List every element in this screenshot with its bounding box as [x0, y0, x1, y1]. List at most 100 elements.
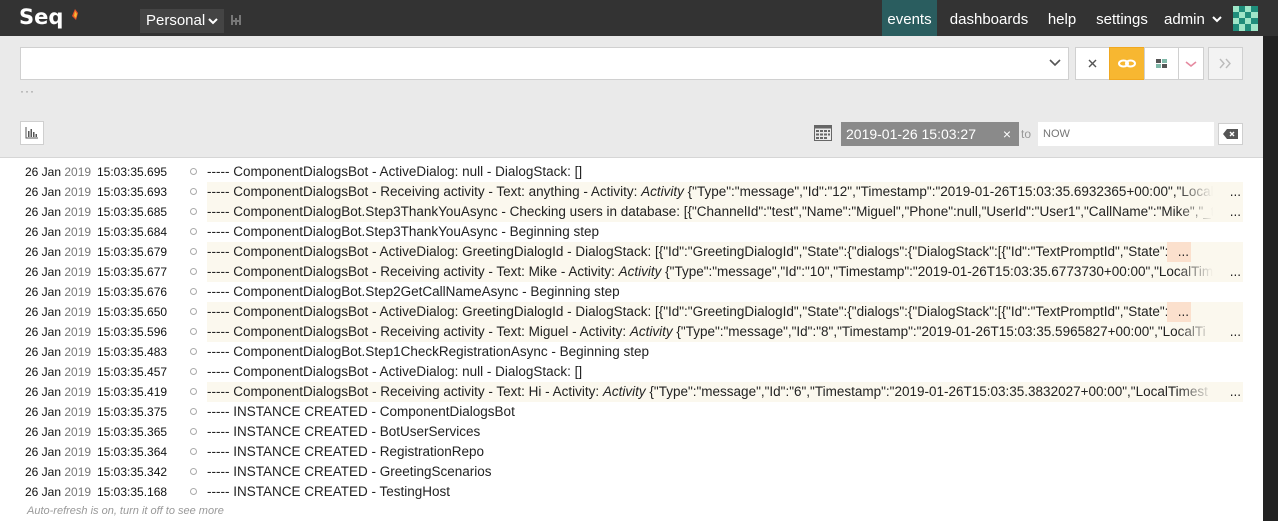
auto-refresh-note[interactable]: Auto-refresh is on, turn it off to see m…: [27, 505, 224, 517]
level-indicator-icon[interactable]: [190, 248, 197, 255]
nav-events[interactable]: events: [882, 0, 937, 36]
event-row[interactable]: 26 Jan 2019 15:03:35.695 ----- ComponentDi…: [0, 162, 1263, 182]
event-row[interactable]: 26 Jan 2019 15:03:35.596 ----- ComponentDi…: [0, 322, 1263, 342]
event-message-text: ----- INSTANCE CREATED - BotUserServices: [207, 424, 481, 439]
event-day: 26 Jan: [25, 305, 62, 319]
level-indicator-icon[interactable]: [190, 188, 197, 195]
event-message-text: ----- ComponentDialogBot.Step2GetCallNam…: [207, 284, 620, 299]
event-day: 26 Jan: [25, 165, 62, 179]
date-from-field[interactable]: 2019-01-26 15:03:27 ×: [841, 122, 1019, 146]
event-time: 15:03:35.596: [97, 325, 168, 339]
event-row[interactable]: 26 Jan 2019 15:03:35.693 ----- ComponentDi…: [0, 182, 1263, 202]
signal-dropdown-button[interactable]: [1178, 47, 1204, 80]
histogram-button[interactable]: [20, 121, 44, 145]
event-row[interactable]: 26 Jan 2019 15:03:35.457 ----- ComponentDi…: [0, 362, 1263, 382]
level-indicator-icon[interactable]: [190, 228, 197, 235]
event-time: 15:03:35.365: [97, 425, 168, 439]
link-toggle-button[interactable]: [1109, 47, 1145, 80]
event-day: 26 Jan: [25, 265, 62, 279]
event-row[interactable]: 26 Jan 2019 15:03:35.676 ----- ComponentDi…: [0, 282, 1263, 302]
event-message: ----- ComponentDialogBot.Step2GetCallNam…: [207, 282, 1243, 302]
event-year: 2019: [64, 385, 92, 399]
event-date: 26 Jan 2019: [25, 402, 91, 422]
event-message-text: ----- ComponentDialogsBot - Receiving ac…: [207, 384, 603, 399]
workspace-selector[interactable]: Personal: [140, 9, 224, 33]
event-day: 26 Jan: [25, 245, 62, 259]
close-icon[interactable]: ×: [1003, 122, 1011, 146]
event-date: 26 Jan 2019: [25, 342, 91, 362]
level-indicator-icon[interactable]: [190, 428, 197, 435]
event-time: 15:03:35.419: [97, 385, 168, 399]
event-date: 26 Jan 2019: [25, 362, 91, 382]
event-row[interactable]: 26 Jan 2019 15:03:35.650 ----- ComponentDi…: [0, 302, 1263, 322]
scrollbar[interactable]: [1263, 36, 1278, 521]
level-indicator-icon[interactable]: [190, 348, 197, 355]
event-day: 26 Jan: [25, 485, 62, 499]
event-message: ----- ComponentDialogsBot - Receiving ac…: [207, 382, 1243, 402]
level-indicator-icon[interactable]: [190, 488, 197, 495]
chevron-down-icon: [208, 18, 218, 25]
level-indicator-icon[interactable]: [190, 208, 197, 215]
event-row[interactable]: 26 Jan 2019 15:03:35.677 ----- ComponentDi…: [0, 262, 1263, 282]
level-indicator-icon[interactable]: [190, 468, 197, 475]
event-year: 2019: [64, 445, 92, 459]
nav-settings[interactable]: settings: [1090, 0, 1154, 36]
event-row[interactable]: 26 Jan 2019 15:03:35.342 ----- INSTANCE CR…: [0, 462, 1263, 482]
avatar[interactable]: [1233, 6, 1258, 31]
level-indicator-icon[interactable]: [190, 368, 197, 375]
nav-dashboards[interactable]: dashboards: [944, 0, 1034, 36]
level-indicator-icon[interactable]: [190, 448, 197, 455]
event-message: ----- ComponentDialogsBot - ActiveDialog…: [207, 242, 1243, 262]
event-day: 26 Jan: [25, 205, 62, 219]
event-day: 26 Jan: [25, 405, 62, 419]
event-message-text: ----- ComponentDialogBot.Step3ThankYouAs…: [207, 224, 599, 239]
level-indicator-icon[interactable]: [190, 388, 197, 395]
level-indicator-icon[interactable]: [190, 288, 197, 295]
more-filters[interactable]: ···: [20, 84, 35, 98]
event-row[interactable]: 26 Jan 2019 15:03:35.685 ----- ComponentDi…: [0, 202, 1263, 222]
event-year: 2019: [64, 405, 92, 419]
event-year: 2019: [64, 185, 92, 199]
event-row[interactable]: 26 Jan 2019 15:03:35.375 ----- INSTANCE CR…: [0, 402, 1263, 422]
calendar-icon[interactable]: [814, 125, 832, 141]
event-row[interactable]: 26 Jan 2019 15:03:35.483 ----- ComponentDi…: [0, 342, 1263, 362]
level-indicator-icon[interactable]: [190, 308, 197, 315]
workspace-label: Personal: [146, 12, 206, 29]
event-message-rest: {"Type":"message","Id":"10","Timestamp":…: [661, 264, 1214, 279]
event-year: 2019: [64, 345, 92, 359]
chevron-down-icon[interactable]: [1211, 13, 1223, 25]
event-row[interactable]: 26 Jan 2019 15:03:35.684 ----- ComponentDi…: [0, 222, 1263, 242]
level-indicator-icon[interactable]: [190, 268, 197, 275]
event-day: 26 Jan: [25, 285, 62, 299]
event-message: ----- ComponentDialogBot.Step3ThankYouAs…: [207, 222, 1243, 242]
event-date: 26 Jan 2019: [25, 442, 91, 462]
chevron-down-icon[interactable]: [1048, 58, 1062, 68]
event-time: 15:03:35.457: [97, 365, 168, 379]
nav-admin[interactable]: admin: [1164, 0, 1210, 36]
event-message-text: ----- ComponentDialogsBot - ActiveDialog…: [207, 244, 1169, 259]
level-indicator-icon[interactable]: [190, 328, 197, 335]
app-logo[interactable]: Seq: [19, 5, 63, 29]
signal-icon[interactable]: [230, 14, 242, 26]
clear-search-button[interactable]: [1075, 47, 1110, 80]
expand-panel-button[interactable]: [1208, 47, 1243, 80]
date-to-field[interactable]: [1038, 122, 1214, 146]
event-row[interactable]: 26 Jan 2019 15:03:35.419 ----- ComponentDi…: [0, 382, 1263, 402]
level-indicator-icon[interactable]: [190, 168, 197, 175]
search-input[interactable]: [20, 47, 1069, 80]
event-message-text: ----- ComponentDialogBot.Step1CheckRegis…: [207, 344, 649, 359]
clear-range-button[interactable]: [1218, 123, 1243, 145]
event-row[interactable]: 26 Jan 2019 15:03:35.364 ----- INSTANCE CR…: [0, 442, 1263, 462]
event-date: 26 Jan 2019: [25, 282, 91, 302]
nav-help[interactable]: help: [1041, 0, 1083, 36]
event-message: ----- ComponentDialogBot.Step3ThankYouAs…: [207, 202, 1243, 222]
level-indicator-icon[interactable]: [190, 408, 197, 415]
event-message-rest: {"Type":"message","Id":"8","Timestamp":"…: [672, 324, 1206, 339]
event-year: 2019: [64, 325, 92, 339]
signal-grid-button[interactable]: [1144, 47, 1179, 80]
event-row[interactable]: 26 Jan 2019 15:03:35.168 ----- INSTANCE CR…: [0, 482, 1263, 502]
event-day: 26 Jan: [25, 425, 62, 439]
event-year: 2019: [64, 365, 92, 379]
event-row[interactable]: 26 Jan 2019 15:03:35.679 ----- ComponentDi…: [0, 242, 1263, 262]
event-row[interactable]: 26 Jan 2019 15:03:35.365 ----- INSTANCE CR…: [0, 422, 1263, 442]
